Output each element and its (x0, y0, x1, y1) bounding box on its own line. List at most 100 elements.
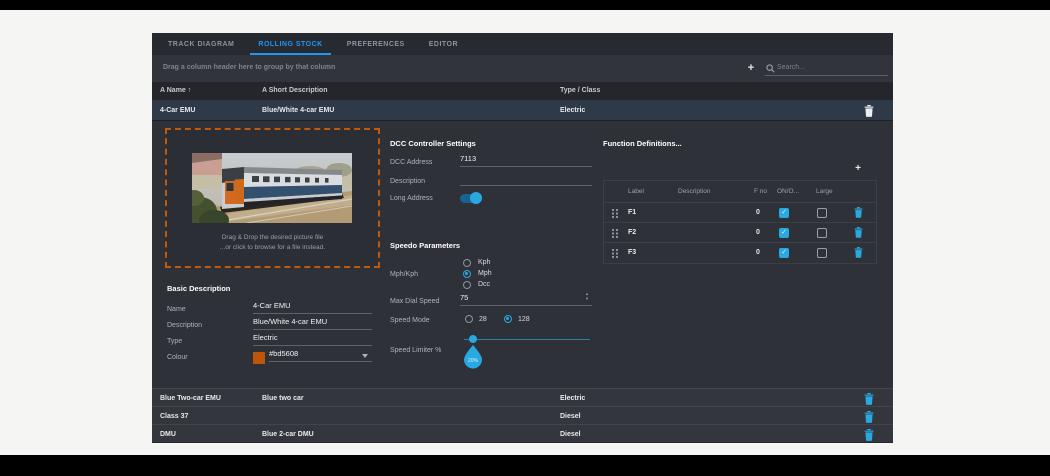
radio-28[interactable] (465, 315, 473, 323)
function-table: Label Description F no ON/O... Large F1 … (603, 180, 877, 264)
description-field[interactable]: Blue/White 4-car EMU (253, 317, 372, 330)
on-off-checkbox-checked[interactable]: ✓ (779, 248, 789, 258)
delete-row-icon[interactable] (864, 105, 874, 117)
search-input[interactable] (777, 61, 885, 74)
speed-limiter-tooltip: 20% (463, 345, 483, 369)
row-description: Blue/White 4-car EMU (262, 107, 334, 114)
letterbox-top (0, 0, 1050, 10)
dcc-address-label: DCC Address (390, 159, 432, 166)
add-function-button[interactable]: + (851, 162, 865, 176)
delete-function-icon[interactable] (854, 247, 863, 258)
dcc-description-field[interactable] (460, 173, 592, 186)
letterbox-bottom (0, 455, 1050, 476)
grid-row[interactable]: DMU Blue 2-car DMU Diesel (152, 424, 893, 442)
name-label: Name (167, 306, 186, 313)
on-off-checkbox-checked[interactable]: ✓ (779, 228, 789, 238)
max-dial-speed-field[interactable]: 75 (460, 293, 592, 306)
colour-swatch (253, 352, 265, 364)
toggle-knob (470, 192, 482, 204)
spinner-down-icon[interactable]: ▾ (583, 296, 591, 301)
tab-bar: TRACK DIAGRAM ROLLING STOCK PREFERENCES … (152, 33, 893, 55)
radio-dcc[interactable] (463, 281, 471, 289)
delete-function-icon[interactable] (854, 207, 863, 218)
speed-mode-label: Speed Mode (390, 317, 430, 324)
spinner-stepper[interactable]: ▴ ▾ (583, 291, 591, 303)
function-label[interactable]: F3 (628, 249, 636, 256)
tab-rolling-stock[interactable]: ROLLING STOCK (246, 33, 334, 55)
speedo-parameters-title: Speedo Parameters (390, 241, 460, 250)
func-col-label: Label (628, 188, 644, 195)
check-icon: ✓ (781, 229, 787, 236)
row-type: Electric (560, 107, 585, 114)
unit-label: Mph/Kph (390, 271, 418, 278)
screenshot-canvas: TRACK DIAGRAM ROLLING STOCK PREFERENCES … (0, 0, 1050, 476)
radio-128[interactable] (504, 315, 512, 323)
radio-128-label: 128 (518, 316, 530, 323)
dcc-address-field[interactable]: 7113 (460, 154, 592, 167)
row-type: Diesel (560, 431, 581, 438)
on-off-checkbox-checked[interactable]: ✓ (779, 208, 789, 218)
column-header-name[interactable]: A Name ↑ (160, 87, 191, 94)
function-label[interactable]: F1 (628, 209, 636, 216)
speed-limiter-slider-handle[interactable] (469, 335, 477, 343)
column-header-name-label: A Name (160, 87, 186, 94)
large-checkbox-unchecked[interactable] (817, 208, 827, 218)
row-description: Blue two car (262, 395, 304, 402)
picture-dropzone[interactable]: Drag & Drop the desired picture file ...… (165, 128, 380, 268)
grid-row[interactable]: Blue Two-car EMU Blue two car Electric (152, 388, 893, 406)
column-header-description[interactable]: A Short Description (262, 87, 327, 94)
radio-kph[interactable] (463, 259, 471, 267)
radio-kph-label: Kph (478, 259, 490, 266)
function-definitions-title: Function Definitions... (603, 139, 682, 148)
column-header-type[interactable]: Type / Class (560, 87, 600, 94)
name-field[interactable]: 4-Car EMU (253, 301, 372, 314)
function-toolbar: + (603, 158, 877, 180)
function-fno[interactable]: 0 (752, 229, 764, 236)
radio-mph-label: Mph (478, 270, 492, 277)
large-checkbox-unchecked[interactable] (817, 228, 827, 238)
colour-dropdown[interactable]: #bd5608 (269, 349, 372, 362)
colour-label: Colour (167, 354, 188, 361)
delete-row-icon[interactable] (864, 429, 874, 441)
func-col-large: Large (816, 188, 833, 195)
check-icon: ✓ (781, 209, 787, 216)
tab-track-diagram[interactable]: TRACK DIAGRAM (156, 33, 246, 55)
dcc-settings-title: DCC Controller Settings (390, 139, 476, 148)
radio-dcc-label: Dcc (478, 281, 490, 288)
function-row[interactable]: F1 0 ✓ (604, 203, 876, 223)
function-fno[interactable]: 0 (752, 249, 764, 256)
function-fno[interactable]: 0 (752, 209, 764, 216)
speed-limiter-slider-track[interactable] (464, 339, 590, 340)
radio-mph[interactable] (463, 270, 471, 278)
function-row[interactable]: F2 0 ✓ (604, 223, 876, 243)
dcc-description-label: Description (390, 178, 425, 185)
drag-handle-icon[interactable] (612, 209, 618, 218)
dropzone-hint-line2: ...or click to browse for a file instead… (167, 244, 378, 251)
function-label[interactable]: F2 (628, 229, 636, 236)
grid-row[interactable]: Class 37 Diesel (152, 406, 893, 424)
row-name: Blue Two-car EMU (160, 395, 221, 402)
drag-handle-icon[interactable] (612, 249, 618, 258)
detail-panel: Drag & Drop the desired picture file ...… (152, 121, 893, 388)
grid-header-row: A Name ↑ A Short Description Type / Clas… (152, 82, 893, 100)
drag-handle-icon[interactable] (612, 229, 618, 238)
tab-preferences[interactable]: PREFERENCES (335, 33, 417, 55)
delete-row-icon[interactable] (864, 393, 874, 405)
add-stock-button[interactable]: + (744, 61, 758, 75)
dropdown-caret-icon[interactable] (362, 354, 368, 358)
function-definitions-panel: + Label Description F no ON/O... Large (603, 158, 877, 266)
row-description: Blue 2-car DMU (262, 431, 314, 438)
delete-function-icon[interactable] (854, 227, 863, 238)
sort-ascending-icon: ↑ (188, 87, 192, 94)
tab-editor[interactable]: EDITOR (417, 33, 470, 55)
func-col-description: Description (678, 188, 711, 195)
delete-row-icon[interactable] (864, 411, 874, 423)
grid-row-selected[interactable]: 4-Car EMU Blue/White 4-car EMU Electric (152, 100, 893, 121)
func-col-on: ON/O... (777, 188, 799, 195)
description-label: Description (167, 322, 202, 329)
long-address-toggle[interactable] (460, 194, 481, 203)
function-row[interactable]: F3 0 ✓ (604, 243, 876, 263)
basic-description-title: Basic Description (167, 284, 230, 293)
large-checkbox-unchecked[interactable] (817, 248, 827, 258)
type-field[interactable]: Electric (253, 333, 372, 346)
